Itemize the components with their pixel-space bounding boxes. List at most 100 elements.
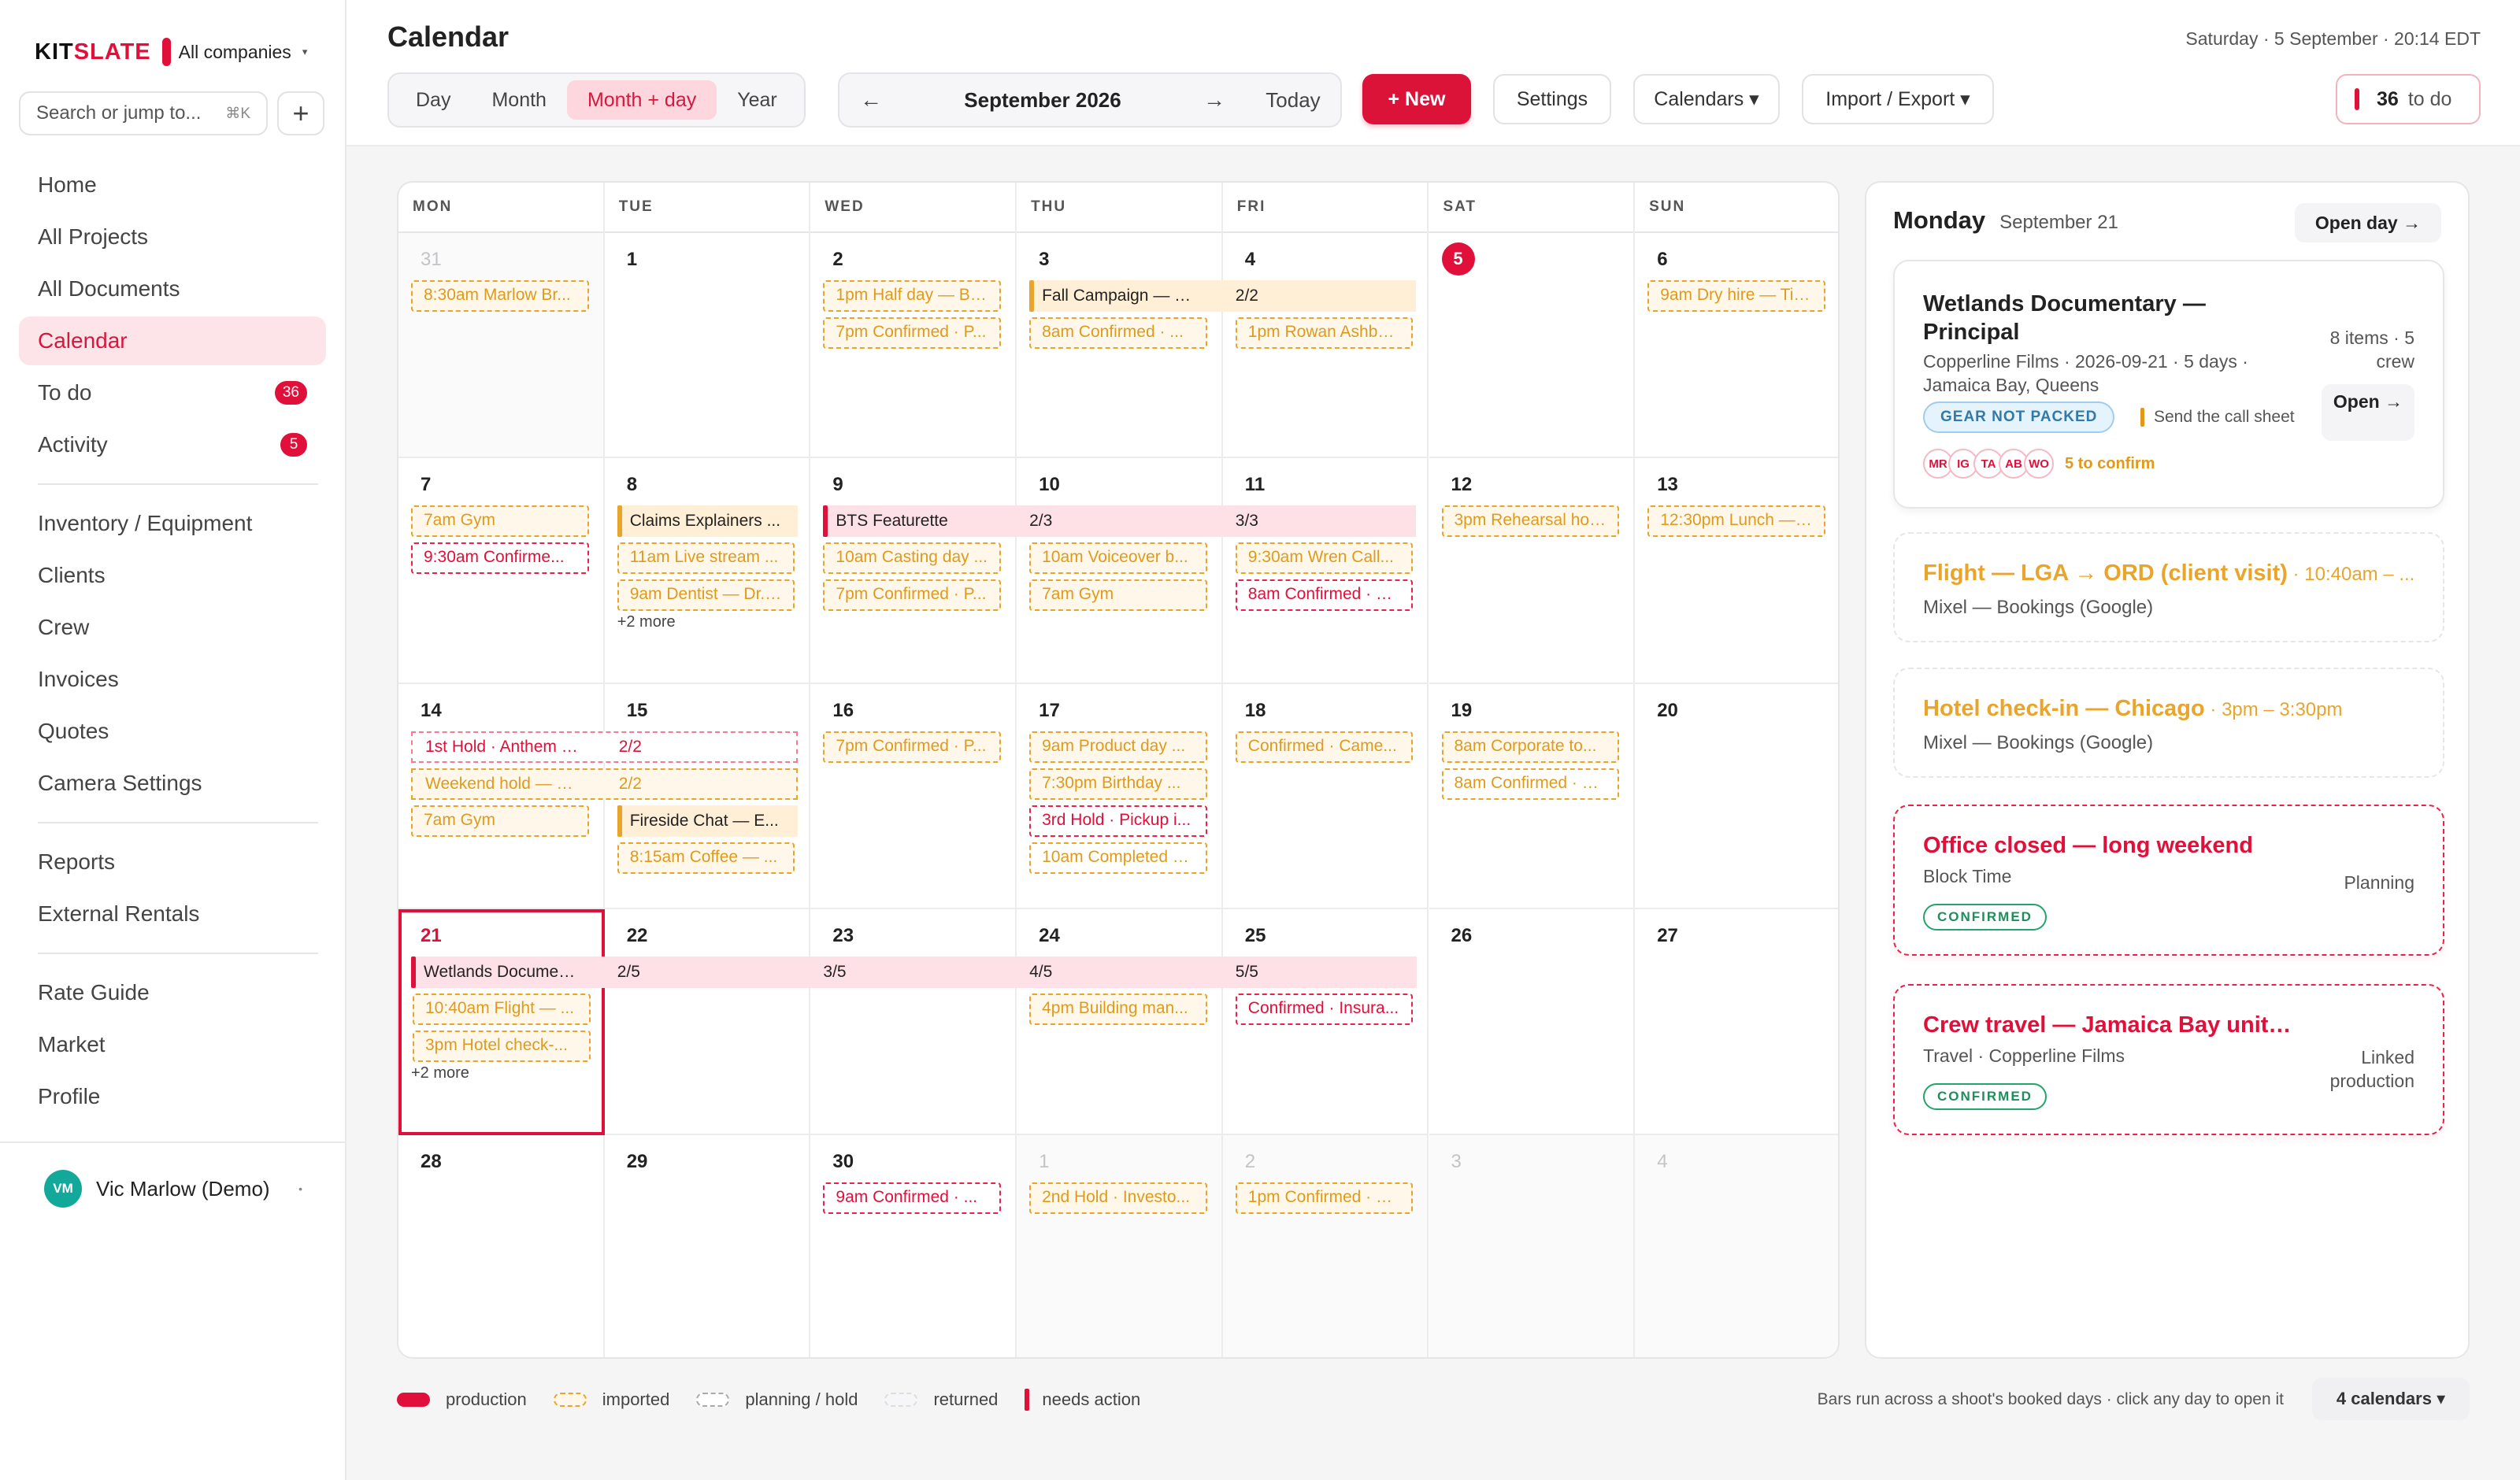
hold-event-card[interactable]: Crew travel — Jamaica Bay unit ... Travel… [1893,984,2444,1135]
event-chip[interactable]: 9:30am Confirme... [411,542,589,575]
day-cell[interactable]: 4 [1635,1134,1838,1357]
add-button[interactable]: + [277,91,324,135]
day-cell[interactable]: 2 1pm Confirmed · G... [1222,1134,1429,1357]
crew-avatar[interactable]: WO [2024,449,2054,479]
day-cell[interactable]: 31 8:30am Marlow Br... [398,233,605,459]
sidebar-item-home[interactable]: Home [19,161,326,209]
sidebar-item-camera-settings[interactable]: Camera Settings [19,759,326,808]
day-cell[interactable]: 2 1pm Half day — Br... 7pm Confirmed · P..… [810,233,1017,459]
more-dot-icon[interactable]: • [298,1182,302,1195]
sidebar-item-all-documents[interactable]: All Documents [19,265,326,313]
chevron-down-icon[interactable]: ▾ [302,46,308,58]
imported-event-card[interactable]: Flight — LGA → ORD (client visit) · 10:4… [1893,532,2444,642]
calendars-filter-button[interactable]: 4 calendars ▾ [2312,1378,2470,1420]
day-cell[interactable]: 24 4pm Building man... [1017,909,1223,1135]
todo-button[interactable]: 36 to do [2336,74,2481,124]
sidebar-item-profile[interactable]: Profile [19,1072,326,1121]
multi-day-event[interactable]: Wetlands Documen... 2/5 3/5 4/5 5/5 [411,956,1417,989]
new-button[interactable]: + New [1362,74,1471,124]
day-cell[interactable]: 1 [604,233,811,459]
day-cell[interactable]: 18 Confirmed · Came... [1222,683,1429,910]
event-chip[interactable]: 8:15am Coffee — ... [617,842,795,874]
event-chip[interactable]: 9:30am Wren Call... [1235,542,1414,575]
event-chip[interactable]: 11am Live stream ... [617,542,795,575]
event-chip[interactable]: 12:30pm Lunch — ... [1647,505,1825,538]
event-chip[interactable]: 10am Voiceover b... [1029,542,1207,575]
day-cell[interactable]: 26 [1429,909,1636,1135]
multi-day-event[interactable]: Claims Explainers ... [617,505,799,538]
sidebar-item-rate-guide[interactable]: Rate Guide [19,968,326,1017]
day-cell[interactable]: 1 2nd Hold · Investo... [1017,1134,1223,1357]
settings-button[interactable]: Settings [1493,74,1611,124]
user-menu[interactable]: VM Vic Marlow (Demo) • [0,1141,346,1208]
day-cell[interactable]: 20 [1635,684,1838,910]
day-cell[interactable]: 10 10am Voiceover b... 7am Gym [1017,458,1223,684]
more-events-link[interactable]: +2 more [411,1064,469,1082]
multi-day-event[interactable]: Fall Campaign — Lo... 2/2 [1029,280,1417,312]
event-chip[interactable]: Confirmed · Came... [1235,731,1414,763]
view-tab-day[interactable]: Day [395,80,471,120]
sidebar-item-reports[interactable]: Reports [19,838,326,886]
confirm-count[interactable]: 5 to confirm [2065,455,2155,473]
event-chip[interactable]: 8am Confirmed · S... [1235,579,1414,612]
company-switcher[interactable]: All companies [179,42,291,63]
multi-day-event[interactable]: Fireside Chat — E... [617,805,799,837]
multi-day-event[interactable]: BTS Featurette 2/3 3/3 [823,505,1417,538]
day-cell[interactable]: 16 7pm Confirmed · P... [810,683,1017,910]
event-chip[interactable]: 7am Gym [411,505,589,538]
multi-day-event[interactable]: 1st Hold · Anthem Sp... 2/2 [411,731,799,763]
day-cell[interactable]: 27 [1635,909,1838,1135]
search-input[interactable]: Search or jump to... ⌘K [19,91,268,135]
day-cell[interactable]: 5 [1429,233,1636,459]
sidebar-item-to-do[interactable]: To do 36 [19,368,326,417]
event-chip[interactable]: 4pm Building man... [1029,993,1207,1026]
event-chip[interactable]: 9am Product day ... [1029,731,1207,763]
event-chip[interactable]: 10:40am Flight — ... [413,993,591,1026]
day-cell[interactable]: 29 [605,1134,811,1357]
open-day-button[interactable]: Open day → [2295,203,2441,242]
event-chip[interactable]: 7am Gym [1029,579,1207,612]
event-chip[interactable]: 1pm Confirmed · G... [1235,1182,1414,1214]
view-tab-month[interactable]: Month [471,80,566,120]
imported-event-card[interactable]: Hotel check-in — Chicago · 3pm – 3:30pm M… [1893,668,2444,778]
day-cell[interactable]: 25 Confirmed · Insura... [1222,909,1429,1135]
sidebar-item-inventory-equipment[interactable]: Inventory / Equipment [19,499,326,548]
day-cell[interactable]: 13 12:30pm Lunch — ... [1635,458,1838,684]
sidebar-item-quotes[interactable]: Quotes [19,707,326,756]
day-cell[interactable]: 6 9am Dry hire — Tid... [1635,233,1838,459]
view-tab-month-day[interactable]: Month + day [566,80,717,120]
sidebar-item-all-projects[interactable]: All Projects [19,213,326,261]
hold-event-card[interactable]: Office closed — long weekend Block Time Pl… [1893,805,2444,956]
more-events-link[interactable]: +2 more [617,613,676,631]
day-cell[interactable]: 22 [604,909,811,1135]
event-chip[interactable]: 10am Casting day ... [823,542,1002,575]
event-chip[interactable]: 2nd Hold · Investo... [1029,1182,1207,1214]
event-chip[interactable]: 3pm Hotel check-... [413,1030,591,1063]
event-chip[interactable]: 3pm Rehearsal hol... [1441,505,1620,538]
day-cell[interactable]: 12 3pm Rehearsal hol... [1429,458,1636,684]
day-cell[interactable]: 28 [398,1134,605,1357]
open-production-button[interactable]: Open → [2322,384,2414,441]
import-export-button[interactable]: Import / Export ▾ [1802,74,1994,124]
day-cell[interactable]: 19 8am Corporate to... 8am Confirmed · S..… [1429,683,1636,910]
event-chip[interactable]: 1pm Rowan Ashby ... [1235,317,1414,349]
today-button[interactable]: Today [1246,88,1340,113]
event-chip[interactable]: 9am Dry hire — Tid... [1647,280,1825,312]
event-chip[interactable]: 10am Completed · ... [1029,842,1207,874]
day-cell[interactable]: 11 9:30am Wren Call... 8am Confirmed · S..… [1222,458,1429,684]
day-cell[interactable]: 7 7am Gym 9:30am Confirme... [398,458,605,684]
event-chip[interactable]: 8am Corporate to... [1441,731,1620,763]
day-cell[interactable]: 21 10:40am Flight — ... 3pm Hotel check-..… [398,909,605,1135]
sidebar-item-invoices[interactable]: Invoices [19,655,326,704]
day-cell[interactable]: 4 1pm Rowan Ashby ... [1222,233,1429,459]
event-chip[interactable]: 8:30am Marlow Br... [411,280,589,312]
sidebar-item-market[interactable]: Market [19,1020,326,1069]
event-chip[interactable]: 7am Gym [411,805,589,837]
multi-day-event[interactable]: Weekend hold — Sil... 2/2 [411,768,799,800]
sidebar-item-crew[interactable]: Crew [19,603,326,652]
event-chip[interactable]: 7:30pm Birthday ... [1029,768,1207,800]
event-chip[interactable]: Confirmed · Insura... [1235,993,1414,1026]
day-cell[interactable]: 3 [1429,1134,1636,1357]
production-card[interactable]: Wetlands Documentary — Principal Copperl… [1893,260,2444,509]
event-chip[interactable]: 9am Dentist — Dr. ... [617,579,795,612]
